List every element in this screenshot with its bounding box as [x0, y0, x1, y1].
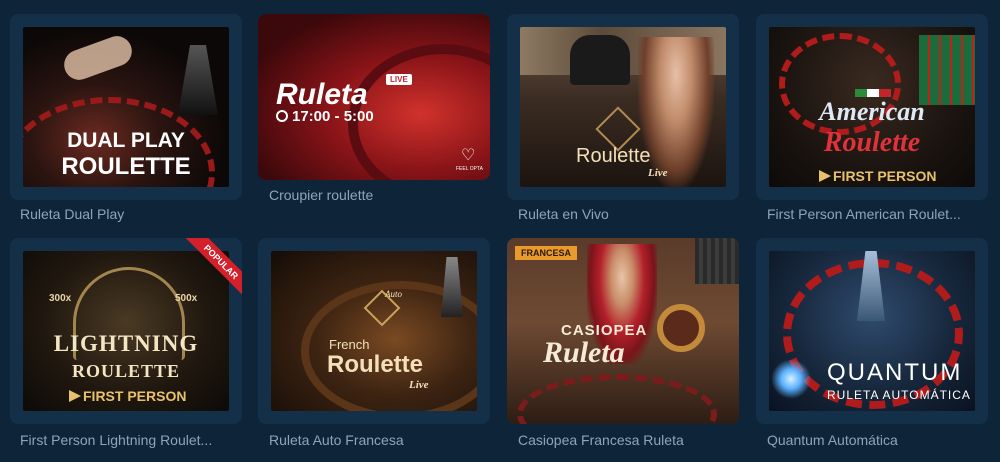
- multiplier-left: 300x: [49, 293, 72, 304]
- game-title[interactable]: First Person American Roulet...: [767, 205, 987, 223]
- game-title[interactable]: Ruleta en Vivo: [518, 205, 738, 223]
- game-card-vivo[interactable]: Roulette Live: [507, 14, 739, 200]
- screen-panel-image: [695, 238, 739, 284]
- heart-logo-icon: ♡: [461, 147, 476, 164]
- art-title-line-1: LIGHTNING: [53, 331, 199, 356]
- game-title[interactable]: Quantum Automática: [767, 431, 987, 449]
- dealer-image: [570, 35, 630, 85]
- game-card-american[interactable]: American Roulette FIRST PERSON: [756, 14, 988, 200]
- francesa-badge: FRANCESA: [515, 246, 578, 260]
- game-thumbnail[interactable]: 300x 500x LIGHTNING ROULETTE FIRST PERSO…: [23, 251, 229, 411]
- art-title: Roulette: [327, 351, 423, 378]
- art-tagline: FIRST PERSON: [833, 168, 937, 184]
- multiplier-right: 500x: [175, 293, 198, 304]
- art-title: Roulette: [576, 145, 651, 167]
- first-person-logo-icon: [819, 170, 831, 182]
- dealer-hand-image: [59, 31, 137, 85]
- flag-stripe: [855, 89, 891, 97]
- art-subtitle: French: [329, 337, 370, 352]
- game-title[interactable]: Ruleta Auto Francesa: [269, 431, 489, 449]
- art-title-line-2: ROULETTE: [61, 153, 191, 180]
- art-title-line-2: Roulette: [823, 127, 921, 158]
- art-prefix: Auto: [385, 289, 402, 299]
- game-card-croupier[interactable]: Ruleta LIVE 17:00 - 5:00 ♡ FEEL OPTA: [258, 14, 490, 180]
- betting-table-image: [919, 35, 975, 105]
- schedule-text: 17:00 - 5:00: [292, 108, 374, 125]
- game-thumbnail[interactable]: FRANCESA CASIOPEA Ruleta: [507, 238, 739, 424]
- game-card-quantum[interactable]: QUANTUM RULETA AUTOMÁTICA: [756, 238, 988, 424]
- game-grid: DUAL PLAY ROULETTE Ruleta Dual Play Rule…: [0, 0, 1000, 462]
- brand-label: FEEL OPTA: [456, 166, 483, 172]
- art-subtitle: RULETA AUTOMÁTICA: [827, 388, 971, 402]
- game-title[interactable]: Ruleta Dual Play: [20, 205, 240, 223]
- game-title[interactable]: Croupier roulette: [269, 186, 489, 204]
- art-title-line-2: ROULETTE: [71, 361, 181, 381]
- game-card-dual-play[interactable]: DUAL PLAY ROULETTE: [10, 14, 242, 200]
- art-live-label: Live: [409, 379, 429, 391]
- game-card-casiopea[interactable]: FRANCESA CASIOPEA Ruleta: [507, 238, 739, 424]
- game-thumbnail[interactable]: Auto French Roulette Live: [271, 251, 477, 411]
- game-thumbnail[interactable]: QUANTUM RULETA AUTOMÁTICA: [769, 251, 975, 411]
- roulette-wheel-image: [657, 304, 705, 352]
- game-thumbnail[interactable]: American Roulette FIRST PERSON: [769, 27, 975, 187]
- game-thumbnail[interactable]: Roulette Live: [520, 27, 726, 187]
- game-card-auto-francesa[interactable]: Auto French Roulette Live: [258, 238, 490, 424]
- first-person-logo-icon: [69, 390, 81, 402]
- game-thumbnail[interactable]: DUAL PLAY ROULETTE: [23, 27, 229, 187]
- art-subtitle: Live: [648, 167, 668, 179]
- art-title: QUANTUM: [827, 359, 963, 386]
- game-title[interactable]: First Person Lightning Roulet...: [20, 431, 240, 449]
- game-title[interactable]: Casiopea Francesa Ruleta: [518, 431, 738, 449]
- art-title-line-1: American: [819, 97, 925, 126]
- game-card-lightning[interactable]: 300x 500x LIGHTNING ROULETTE FIRST PERSO…: [10, 238, 242, 424]
- wheel-turret-image: [441, 257, 463, 317]
- game-thumbnail[interactable]: Ruleta LIVE 17:00 - 5:00 ♡ FEEL OPTA: [258, 14, 490, 180]
- art-title: Ruleta: [543, 336, 625, 369]
- wheel-turret-image: [178, 45, 218, 115]
- art-title: Ruleta: [276, 78, 368, 111]
- art-title-line-1: DUAL PLAY: [67, 129, 185, 152]
- clock-icon: [276, 110, 288, 122]
- live-badge: LIVE: [386, 74, 412, 85]
- art-tagline: FIRST PERSON: [83, 388, 187, 404]
- roulette-wheel-image: [517, 374, 717, 424]
- atom-logo-icon: [771, 359, 811, 399]
